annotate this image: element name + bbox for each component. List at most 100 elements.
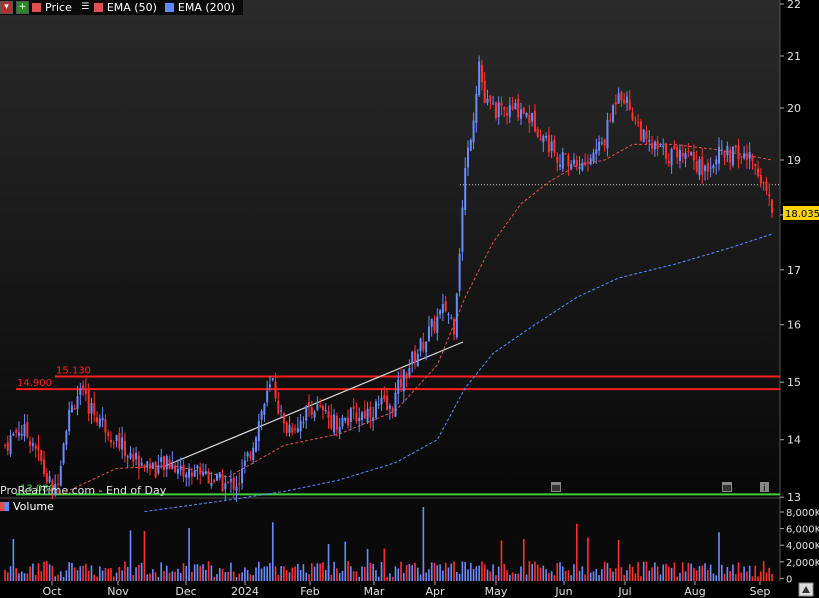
volume-bar: [59, 571, 62, 581]
candle-body: [433, 320, 436, 331]
volume-bar: [746, 571, 748, 581]
volume-bar: [230, 562, 232, 581]
volume-bar: [255, 567, 257, 581]
volume-bar: [132, 575, 135, 581]
scroll-up-icon[interactable]: [798, 582, 814, 597]
candle-body: [706, 162, 709, 172]
volume-bar: [397, 568, 400, 581]
volume-bar: [302, 564, 305, 581]
volume-bar: [419, 574, 422, 581]
candle-body: [263, 404, 266, 415]
candle-body: [355, 412, 358, 422]
candle-body: [458, 253, 461, 291]
y-tick-label: 14: [787, 434, 801, 447]
candle-body: [603, 139, 606, 146]
volume-bar: [235, 576, 238, 581]
candle-body: [165, 455, 168, 470]
legend-ema50-label: EMA (50): [106, 1, 157, 14]
volume-bar: [377, 576, 380, 581]
candle-body: [361, 412, 364, 420]
x-tick-label: May: [485, 585, 508, 598]
volume-bar: [232, 571, 235, 581]
collapse-icon[interactable]: ▾: [0, 1, 13, 14]
volume-bar: [218, 567, 221, 581]
candle-body: [185, 474, 188, 478]
candle-body: [765, 181, 768, 191]
candle-body: [73, 407, 76, 410]
candle-body: [199, 467, 202, 474]
candle-body: [319, 405, 322, 407]
candle-body: [43, 459, 46, 475]
volume-bar: [589, 572, 592, 581]
volume-bar: [252, 575, 255, 581]
candle-body: [121, 437, 124, 450]
volume-bar: [191, 571, 193, 581]
candle-body: [168, 459, 171, 469]
candle-body: [539, 138, 542, 141]
volume-bar: [46, 561, 48, 581]
volume-bar: [715, 575, 718, 581]
volume-bar: [509, 574, 511, 581]
candle-body: [662, 145, 665, 147]
legend-price[interactable]: Price: [32, 1, 72, 14]
candle-body: [645, 130, 648, 140]
volume-bar: [615, 568, 617, 581]
candle-body: [469, 139, 472, 151]
candle-body: [478, 61, 481, 95]
calendar-icon[interactable]: [722, 482, 732, 492]
y-tick-label: 19: [787, 154, 801, 167]
volume-bar: [138, 564, 140, 581]
candle-body: [291, 427, 294, 433]
volume-bar: [642, 561, 645, 581]
volume-bar: [771, 574, 773, 581]
candle-body: [29, 440, 32, 446]
candle-body: [687, 151, 690, 153]
candle-body: [386, 395, 389, 410]
menu-icon[interactable]: ☰: [80, 2, 91, 13]
volume-bar: [152, 569, 154, 581]
candle-body: [174, 465, 177, 473]
volume-bar: [199, 565, 202, 581]
volume-bar: [534, 561, 536, 581]
candle-body: [589, 158, 592, 165]
add-indicator-icon[interactable]: +: [16, 1, 29, 14]
candle-body: [757, 168, 760, 176]
volume-bar: [640, 576, 642, 581]
candle-body: [425, 341, 428, 353]
volume-bar: [525, 574, 528, 581]
candle-body: [651, 143, 654, 149]
candle-body: [483, 80, 486, 104]
candle-body: [257, 420, 260, 442]
candle-body: [489, 95, 492, 102]
volume-bar: [637, 562, 639, 581]
volume-bar: [564, 571, 567, 581]
x-tick-label: Mar: [364, 585, 385, 598]
volume-bar: [361, 566, 363, 581]
volume-bar: [380, 562, 383, 581]
candle-body: [149, 463, 152, 469]
candle-body: [82, 385, 85, 391]
candle-body: [294, 428, 297, 430]
volume-bar: [567, 570, 570, 581]
volume-bar: [344, 541, 347, 581]
volume-bar: [241, 572, 243, 581]
legend-ema50[interactable]: EMA (50): [93, 1, 157, 14]
calendar-icon[interactable]: [551, 482, 561, 492]
volume-bar: [20, 571, 23, 581]
volume-bar: [168, 572, 171, 581]
candle-body: [405, 373, 408, 379]
volume-tick-label: 8,000K: [786, 508, 819, 519]
candle-body: [439, 310, 442, 315]
volume-bar: [6, 572, 9, 581]
candle-body: [40, 449, 43, 462]
price-panel: [0, 0, 780, 497]
candle-body: [285, 422, 288, 434]
volume-bar: [37, 563, 40, 581]
legend-ema200[interactable]: EMA (200): [164, 1, 235, 14]
volume-bar: [375, 570, 377, 581]
volume-bar: [135, 567, 137, 581]
volume-bar: [336, 568, 338, 581]
candle-body: [377, 404, 380, 406]
volume-bar: [461, 561, 464, 581]
candle-body: [617, 93, 620, 104]
